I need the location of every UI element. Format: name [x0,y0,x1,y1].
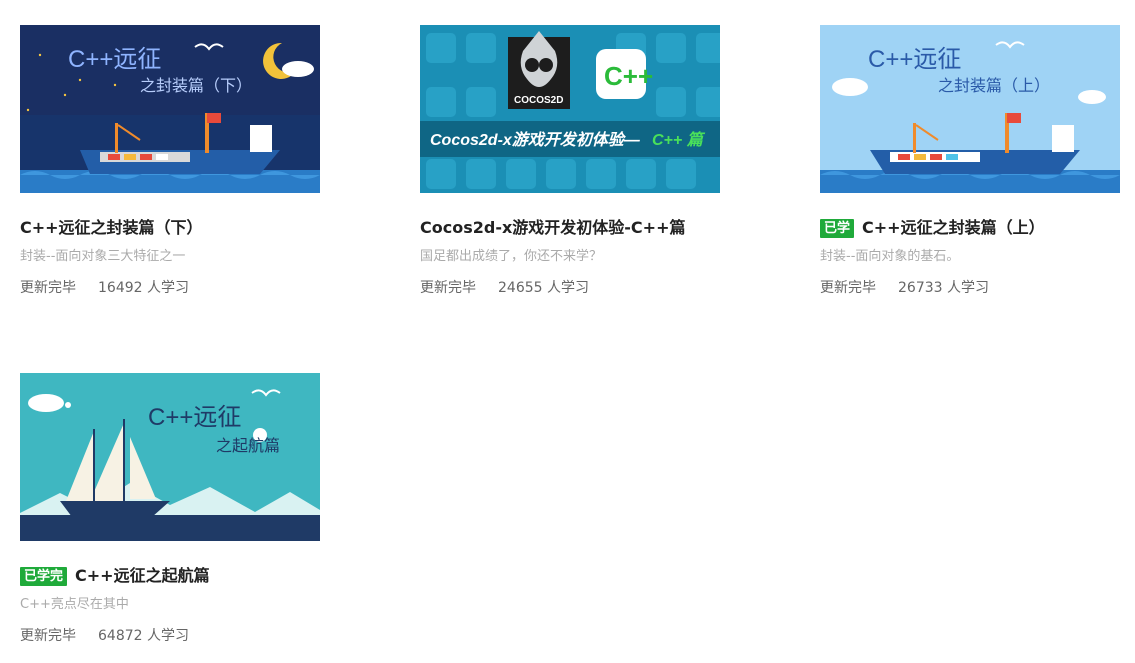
course-title[interactable]: 已学 C++远征之封装篇（上） [820,217,1120,239]
course-status: 更新完毕 [420,280,476,296]
svg-text:C++: C++ [604,61,653,91]
course-title[interactable]: 已学完 C++远征之起航篇 [20,565,320,587]
thumbnail-title: C++远征 [868,46,961,73]
learned-badge: 已学 [820,218,855,238]
thumbnail-subtitle: 之起航篇 [216,437,280,455]
course-meta: 更新完毕 24655 人学习 [420,279,720,297]
thumbnail-banner: Cocos2d-x游戏开发初体验— [430,131,641,149]
thumbnail-image-ship-night: C++远征 之封装篇（下） [20,25,320,193]
course-status: 更新完毕 [820,280,876,296]
course-card[interactable]: C++远征 之起航篇 已学完 C++远征之起航篇 C++亮点尽在其中 更新完毕 6… [20,373,320,645]
course-title-text[interactable]: Cocos2d-x游戏开发初体验-C++篇 [420,217,685,239]
thumbnail-image-sailboat: C++远征 之起航篇 [20,373,320,541]
learner-count: 26733 人学习 [898,280,989,296]
course-thumbnail[interactable]: C++远征 之封装篇（上） [820,25,1120,193]
course-title-text[interactable]: C++远征之封装篇（下） [20,217,203,239]
learner-count: 64872 人学习 [98,628,189,644]
thumbnail-title: C++远征 [148,404,241,431]
course-grid: C++远征 之封装篇（下） C++远征之封装篇（下） 封装--面向对象三大特征之… [0,0,1135,663]
thumbnail-subtitle: 之封装篇（上） [938,77,1050,95]
course-title[interactable]: C++远征之封装篇（下） [20,217,320,239]
course-status: 更新完毕 [20,628,76,644]
course-card[interactable]: COCOS2D C++ Cocos2d-x游戏开发初体验— C++ 篇 Coco… [420,25,720,297]
thumbnail-title: C++远征 [68,46,161,73]
course-title-text[interactable]: C++远征之封装篇（上） [862,217,1045,239]
thumbnail-subtitle: 之封装篇（下） [140,77,252,95]
thumbnail-image-cocos: COCOS2D C++ Cocos2d-x游戏开发初体验— C++ 篇 [420,25,720,193]
completed-badge: 已学完 [20,566,68,586]
course-card[interactable]: C++远征 之封装篇（下） C++远征之封装篇（下） 封装--面向对象三大特征之… [20,25,320,297]
course-title[interactable]: Cocos2d-x游戏开发初体验-C++篇 [420,217,720,239]
course-title-text[interactable]: C++远征之起航篇 [75,565,210,587]
thumbnail-banner-accent: C++ 篇 [652,131,706,149]
course-meta: 更新完毕 64872 人学习 [20,627,320,645]
course-description: 封装--面向对象的基石。 [820,249,960,264]
course-meta: 更新完毕 26733 人学习 [820,279,1120,297]
learner-count: 24655 人学习 [498,280,589,296]
course-thumbnail[interactable]: COCOS2D C++ Cocos2d-x游戏开发初体验— C++ 篇 [420,25,720,193]
course-thumbnail[interactable]: C++远征 之起航篇 [20,373,320,541]
course-description: C++亮点尽在其中 [20,597,129,612]
course-status: 更新完毕 [20,280,76,296]
course-description: 封装--面向对象三大特征之一 [20,249,186,264]
course-meta: 更新完毕 16492 人学习 [20,279,320,297]
course-card[interactable]: C++远征 之封装篇（上） 已学 C++远征之封装篇（上） 封装--面向对象的基… [820,25,1120,297]
thumbnail-image-ship-day: C++远征 之封装篇（上） [820,25,1120,193]
learner-count: 16492 人学习 [98,280,189,296]
cocos-logo-text: COCOS2D [514,95,563,106]
course-description: 国足都出成绩了，你还不来学？ [420,249,603,264]
course-thumbnail[interactable]: C++远征 之封装篇（下） [20,25,320,193]
